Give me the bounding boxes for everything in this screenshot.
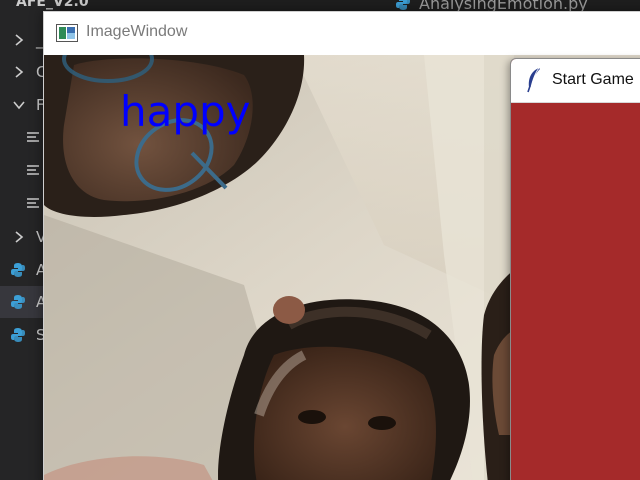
python-icon (11, 263, 25, 277)
chevron-right-icon (15, 34, 24, 46)
game-canvas[interactable] (511, 103, 640, 480)
file-lines-icon (27, 165, 39, 175)
python-icon (11, 295, 25, 309)
file-lines-icon (27, 198, 39, 208)
start-game-window[interactable]: Start Game (510, 58, 640, 480)
desktop: AFE_V2.0 _ C F V A A S AnalysingEmotion.… (0, 0, 640, 480)
feather-icon (527, 67, 540, 93)
start-game-title: Start Game (552, 71, 634, 88)
image-window-app-icon (56, 24, 78, 42)
image-window-title: ImageWindow (86, 23, 188, 40)
chevron-right-icon (15, 66, 24, 78)
python-icon (396, 0, 410, 10)
explorer-title: AFE_V2.0 (16, 0, 89, 10)
emotion-label: happy (120, 87, 251, 136)
file-lines-icon (27, 132, 39, 142)
chevron-right-icon (15, 231, 24, 243)
start-game-titlebar[interactable]: Start Game (511, 59, 640, 103)
python-icon (11, 328, 25, 342)
chevron-down-icon (13, 101, 25, 110)
image-window-titlebar[interactable]: ImageWindow (44, 12, 640, 55)
